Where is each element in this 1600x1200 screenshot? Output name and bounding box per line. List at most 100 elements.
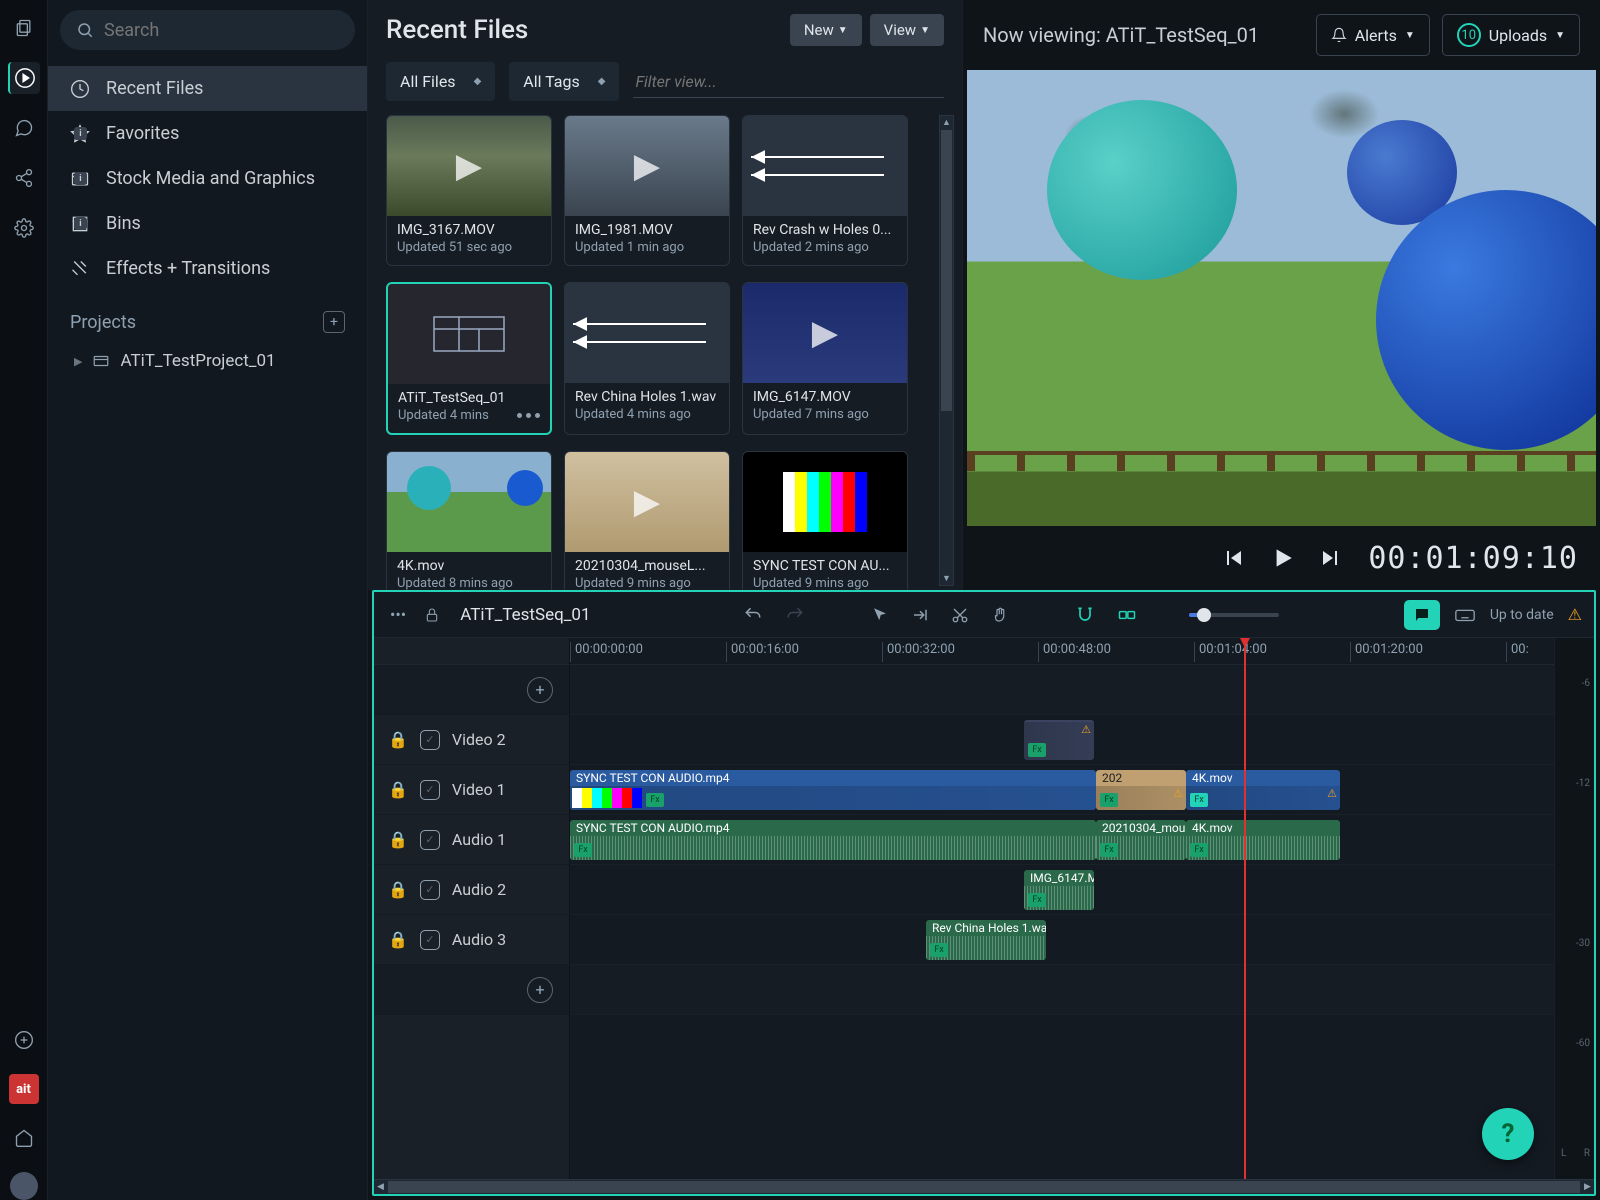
nav-favorites[interactable]: Favorites i xyxy=(48,111,367,156)
undo-button[interactable] xyxy=(739,601,767,629)
filter-view-input[interactable] xyxy=(633,66,944,98)
timeline-clip[interactable]: IMG_6147.MOFx xyxy=(1024,870,1094,910)
rail-gear-icon[interactable] xyxy=(8,212,40,244)
rail-copy-icon[interactable] xyxy=(8,12,40,44)
lock-icon[interactable]: 🔒 xyxy=(388,830,408,849)
lock-icon[interactable]: 🔒 xyxy=(388,730,408,749)
file-updated: Updated 1 min ago xyxy=(575,240,684,255)
add-track-button[interactable]: + xyxy=(527,677,553,703)
upload-count: 10 xyxy=(1457,23,1481,47)
add-project-button[interactable]: + xyxy=(323,311,345,333)
rail-plus-icon[interactable] xyxy=(8,1024,40,1056)
new-button[interactable]: New▼ xyxy=(790,14,862,46)
nav-bins[interactable]: Bins i xyxy=(48,201,367,246)
play-button[interactable] xyxy=(1269,545,1295,571)
nav-stock-media[interactable]: Stock Media and Graphics i xyxy=(48,156,367,201)
warning-icon[interactable]: ⚠ xyxy=(1568,605,1582,624)
step-forward-button[interactable] xyxy=(1319,546,1343,570)
timeline-clip[interactable]: 202Fx⚠ xyxy=(1096,770,1186,810)
viewer-stage[interactable] xyxy=(967,70,1596,526)
rail-share-icon[interactable] xyxy=(8,162,40,194)
scroll-right-icon[interactable]: ▶ xyxy=(1581,1180,1594,1194)
nav-effects[interactable]: Effects + Transitions xyxy=(48,246,367,291)
scrollbar-thumb[interactable] xyxy=(941,130,952,411)
link-toggle[interactable] xyxy=(1113,601,1141,629)
scroll-left-icon[interactable]: ◀ xyxy=(374,1180,387,1194)
lock-icon[interactable]: 🔒 xyxy=(388,780,408,799)
scrollbar-thumb[interactable] xyxy=(388,1181,1580,1193)
visibility-toggle[interactable]: ✓ xyxy=(420,730,440,750)
user-avatar[interactable] xyxy=(10,1172,38,1200)
scroll-up-icon[interactable]: ▲ xyxy=(940,116,953,129)
track-lane-video-1[interactable]: SYNC TEST CON AUDIO.mp4 Fx 202Fx⚠ 4K.mov… xyxy=(570,765,1554,815)
track-lane-add xyxy=(570,965,1554,1015)
filter-tags-dropdown[interactable]: All Tags◆ xyxy=(509,62,619,101)
track-header-audio-2: 🔒✓Audio 2 xyxy=(374,865,569,915)
track-lane-audio-1[interactable]: SYNC TEST CON AUDIO.mp4Fx 20210304_mouse… xyxy=(570,815,1554,865)
visibility-toggle[interactable]: ✓ xyxy=(420,780,440,800)
visibility-toggle[interactable]: ✓ xyxy=(420,880,440,900)
file-card[interactable]: ATiT_TestSeq_01Updated 4 mins xyxy=(386,282,552,435)
file-card[interactable]: ▶20210304_mouseL...Updated 9 mins ago xyxy=(564,451,730,590)
file-grid-scrollbar[interactable]: ▲ ▼ xyxy=(939,115,954,586)
file-card[interactable]: Rev China Holes 1.wavUpdated 4 mins ago xyxy=(564,282,730,435)
timeline-clip[interactable]: Fx⚠ xyxy=(1024,720,1094,760)
snap-toggle[interactable] xyxy=(1071,601,1099,629)
insert-tool[interactable] xyxy=(907,602,933,628)
file-card[interactable]: SYNC TEST CON AU...Updated 9 mins ago xyxy=(742,451,908,590)
hand-tool[interactable] xyxy=(987,602,1013,628)
timeline-clip[interactable]: 20210304_mouse...Fx xyxy=(1096,820,1186,860)
search-input[interactable] xyxy=(104,20,339,41)
alerts-button[interactable]: Alerts▼ xyxy=(1316,14,1430,56)
file-card[interactable]: Rev Crash w Holes 0...Updated 2 mins ago xyxy=(742,115,908,266)
lock-icon[interactable] xyxy=(424,607,440,623)
timeline-clip[interactable]: Rev China Holes 1.wavFx xyxy=(926,920,1046,960)
comments-button[interactable] xyxy=(1404,600,1440,630)
ruler-tick: 00:00:32:00 xyxy=(882,642,955,662)
step-back-button[interactable] xyxy=(1221,546,1245,570)
keyboard-button[interactable] xyxy=(1454,604,1476,626)
visibility-toggle[interactable]: ✓ xyxy=(420,830,440,850)
timeline-clip[interactable]: SYNC TEST CON AUDIO.mp4Fx xyxy=(570,820,1096,860)
file-name: IMG_3167.MOV xyxy=(397,222,541,238)
rail-home-icon[interactable] xyxy=(8,1122,40,1154)
uploads-button[interactable]: 10 Uploads▼ xyxy=(1442,14,1580,56)
file-card[interactable]: 4K.movUpdated 8 mins ago xyxy=(386,451,552,590)
file-card[interactable]: ▶IMG_6147.MOVUpdated 7 mins ago xyxy=(742,282,908,435)
search-box[interactable] xyxy=(60,10,355,50)
lock-icon[interactable]: 🔒 xyxy=(388,930,408,949)
track-area[interactable]: 00:00:00:00 00:00:16:00 00:00:32:00 00:0… xyxy=(570,638,1554,1179)
more-icon[interactable] xyxy=(517,413,540,418)
slider-thumb[interactable] xyxy=(1197,608,1211,622)
timeline-clip[interactable]: 4K.movFx⚠ xyxy=(1186,770,1340,810)
file-card[interactable]: ▶IMG_3167.MOVUpdated 51 sec ago xyxy=(386,115,552,266)
redo-button[interactable] xyxy=(781,601,809,629)
nav-label: Recent Files xyxy=(106,78,203,99)
timeline-clip[interactable]: 4K.movFx xyxy=(1186,820,1340,860)
cut-tool[interactable] xyxy=(947,602,973,628)
track-lane-audio-2[interactable]: IMG_6147.MOFx xyxy=(570,865,1554,915)
more-icon[interactable]: ••• xyxy=(386,601,410,628)
scroll-down-icon[interactable]: ▼ xyxy=(940,572,953,585)
rail-chat-icon[interactable] xyxy=(8,112,40,144)
app-logo[interactable]: ait xyxy=(9,1074,39,1104)
track-lane-video-2[interactable]: Fx⚠ xyxy=(570,715,1554,765)
track-lane-audio-3[interactable]: Rev China Holes 1.wavFx xyxy=(570,915,1554,965)
file-card[interactable]: ▶IMG_1981.MOVUpdated 1 min ago xyxy=(564,115,730,266)
zoom-slider[interactable] xyxy=(1189,613,1279,617)
timeline-ruler[interactable]: 00:00:00:00 00:00:16:00 00:00:32:00 00:0… xyxy=(570,638,1554,665)
filter-files-dropdown[interactable]: All Files◆ xyxy=(386,62,495,101)
rail-play-icon[interactable] xyxy=(8,62,40,94)
lock-icon[interactable]: 🔒 xyxy=(388,880,408,899)
project-row[interactable]: ▶ ATiT_TestProject_01 xyxy=(48,341,367,381)
add-track-button[interactable]: + xyxy=(527,977,553,1003)
select-tool[interactable] xyxy=(867,602,893,628)
timeline-h-scrollbar[interactable]: ◀ ▶ xyxy=(374,1179,1594,1194)
nav-recent-files[interactable]: Recent Files xyxy=(48,66,367,111)
timeline-clip[interactable]: SYNC TEST CON AUDIO.mp4 Fx xyxy=(570,770,1096,810)
playhead[interactable] xyxy=(1244,638,1246,1179)
view-button[interactable]: View▼ xyxy=(870,14,944,46)
help-button[interactable]: ? xyxy=(1482,1108,1534,1160)
track-header-audio-3: 🔒✓Audio 3 xyxy=(374,915,569,965)
visibility-toggle[interactable]: ✓ xyxy=(420,930,440,950)
